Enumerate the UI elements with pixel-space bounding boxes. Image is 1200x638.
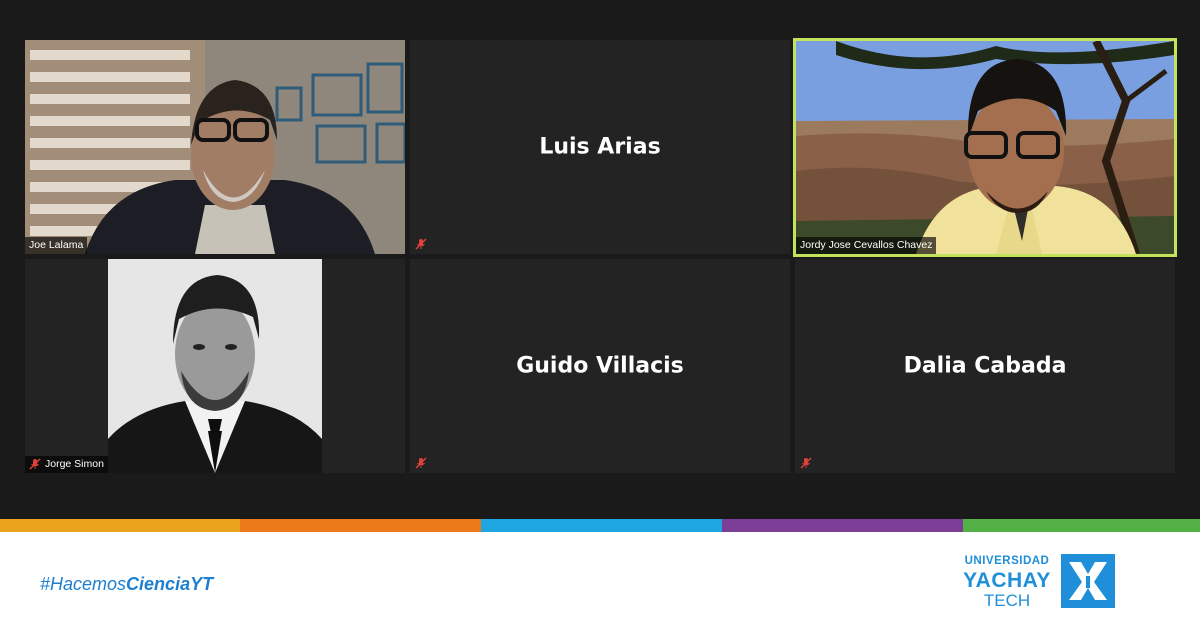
participant-name: Luis Arias: [539, 134, 661, 160]
brand-stripe-segment: [481, 519, 722, 532]
brand-stripe-segment: [0, 519, 240, 532]
microphone-muted-icon: [415, 457, 427, 469]
microphone-muted-icon: [415, 238, 427, 250]
microphone-muted-icon: [29, 458, 41, 470]
hashtag-prefix: #Hacemos: [40, 574, 127, 594]
hashtag-text: #HacemosCienciaYT: [40, 574, 213, 595]
logo-line-3: TECH: [983, 590, 1031, 610]
yachay-tech-logo-icon: [1061, 554, 1115, 608]
participant-tile-guido-villacis[interactable]: Guido Villacis: [410, 259, 790, 473]
participant-name: Guido Villacis: [516, 353, 684, 379]
brand-stripe-segment: [722, 519, 963, 532]
microphone-muted-icon: [800, 457, 812, 469]
participant-name: Jorge Simon: [45, 458, 104, 470]
participant-tile-jorge-simon[interactable]: Jorge Simon: [25, 259, 405, 473]
participant-tile-joe-lalama[interactable]: Joe Lalama: [25, 40, 405, 254]
hashtag-bold: CienciaYT: [126, 574, 214, 594]
logo-line-1: UNIVERSIDAD: [964, 555, 1050, 567]
participant-tile-dalia-cabada[interactable]: Dalia Cabada: [795, 259, 1175, 473]
brand-stripe-segment: [963, 519, 1200, 532]
video-feed: [796, 41, 1174, 254]
brand-stripe-segment: [240, 519, 481, 532]
branding-footer: #HacemosCienciaYT UNIVERSIDAD YACHAY TEC…: [0, 532, 1200, 638]
participant-tile-jordy-cevallos[interactable]: Jordy Jose Cevallos Chavez: [793, 38, 1177, 257]
participant-name-tag: Jordy Jose Cevallos Chavez: [796, 237, 937, 254]
participant-name: Dalia Cabada: [903, 353, 1067, 379]
university-logo: UNIVERSIDAD YACHAY TECH: [955, 554, 1115, 614]
participant-tile-luis-arias[interactable]: Luis Arias: [410, 40, 790, 254]
logo-line-2: YACHAY: [963, 568, 1051, 592]
meeting-gallery-view: Joe Lalama Luis Arias Jordy Jose Cevallo…: [0, 0, 1200, 519]
participant-name: Jordy Jose Cevallos Chavez: [800, 239, 933, 251]
participant-name: Joe Lalama: [29, 239, 84, 251]
participant-name-tag: Jorge Simon: [25, 456, 108, 473]
profile-photo: [25, 259, 405, 473]
participant-name-tag: Joe Lalama: [25, 237, 88, 254]
logo-wordmark: UNIVERSIDAD YACHAY TECH: [955, 554, 1059, 610]
video-feed: [25, 40, 405, 254]
